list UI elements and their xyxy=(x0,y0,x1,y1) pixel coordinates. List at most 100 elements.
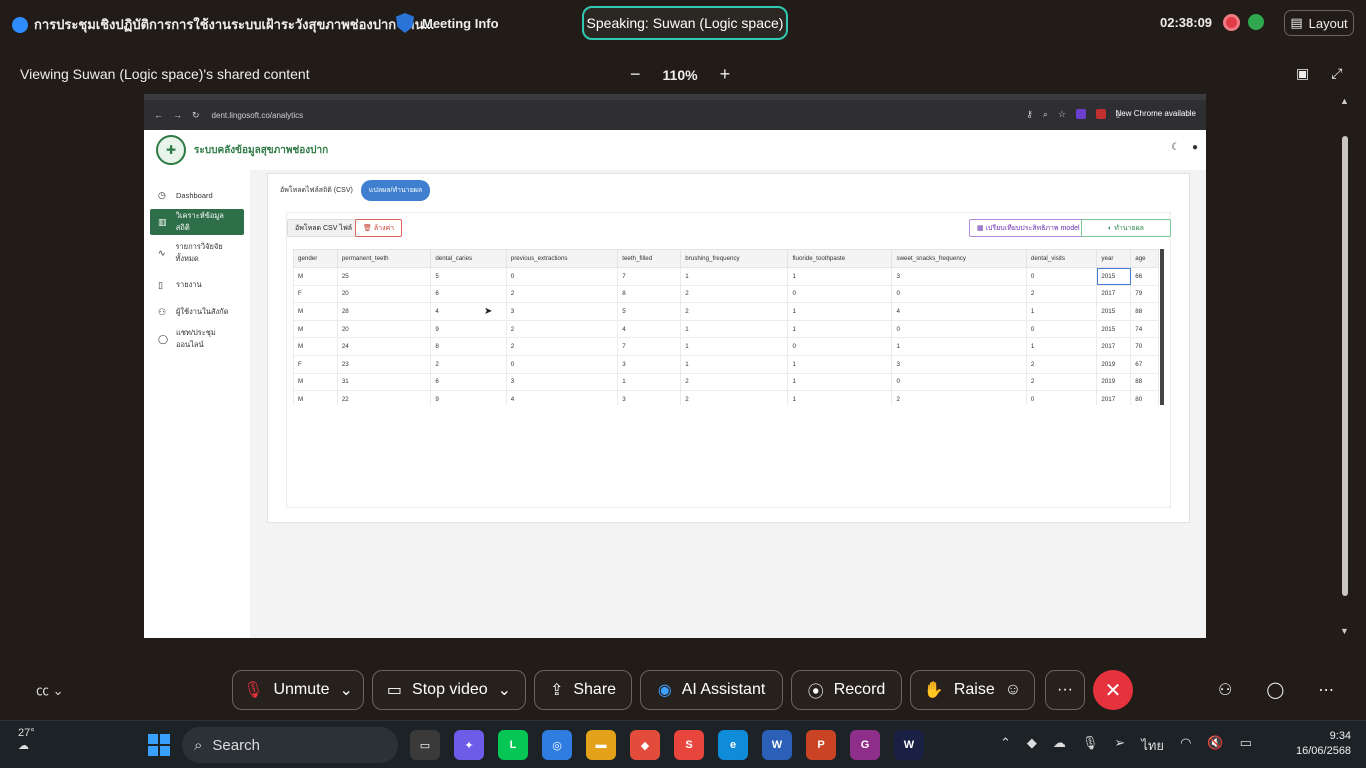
table-cell[interactable]: 3 xyxy=(891,354,1027,374)
table-cell[interactable]: 0 xyxy=(505,267,619,286)
table-cell[interactable]: 23 xyxy=(336,354,432,374)
table-cell[interactable]: 79 xyxy=(1130,284,1159,304)
tab-csv-upload[interactable]: อัพโหลดไฟล์สถิติ (CSV) xyxy=(280,185,353,196)
table-row[interactable]: F 20 6 2 8 2 0 0 2 2017 79 xyxy=(293,284,1159,304)
table-row[interactable]: M 20 9 2 4 1 1 0 0 2015 74 xyxy=(293,319,1159,339)
table-cell[interactable]: 4 xyxy=(430,302,507,321)
battery-icon[interactable]: ▭ xyxy=(1240,735,1252,756)
extension-icon[interactable] xyxy=(1076,109,1087,119)
onedrive-icon[interactable]: ☁ xyxy=(1053,735,1066,756)
meeting-title[interactable]: การประชุมเชิงปฏิบัติการการใช้งานระบบเฝ้า… xyxy=(12,14,434,35)
table-cell[interactable]: 5 xyxy=(617,302,682,321)
table-cell[interactable]: 0 xyxy=(1025,319,1098,339)
table-cell[interactable]: 2015 xyxy=(1096,319,1132,339)
powerpoint-icon[interactable]: P xyxy=(806,730,836,760)
table-cell[interactable]: 2 xyxy=(680,372,789,392)
table-cell[interactable]: 25 xyxy=(336,267,432,286)
sidebar-item-analytics[interactable]: ▥ วิเคราะห์ข้อมูลสถิติ xyxy=(150,209,244,235)
table-cell[interactable]: 24 xyxy=(336,337,432,356)
upload-csv-button[interactable]: อัพโหลด CSV ไฟล์ xyxy=(287,219,361,237)
webex-icon[interactable]: W xyxy=(894,730,924,760)
predict-button[interactable]: ◐ ทำนายผล xyxy=(1081,219,1171,237)
column-header[interactable]: gender xyxy=(293,249,338,268)
user-icon[interactable]: ● xyxy=(1192,142,1198,153)
reload-icon[interactable]: ↻ xyxy=(192,110,200,121)
table-cell[interactable]: 9 xyxy=(430,390,507,405)
recording-indicator-icon[interactable] xyxy=(1223,14,1240,31)
table-row[interactable]: M 28 4 3 5 2 1 4 1 2015 88 xyxy=(293,302,1159,321)
table-cell[interactable]: 3 xyxy=(617,354,682,374)
table-cell[interactable]: 1 xyxy=(787,372,893,392)
table-cell[interactable]: 2 xyxy=(505,337,619,356)
new-chrome-badge[interactable]: New Chrome available xyxy=(1116,109,1196,118)
table-row[interactable]: F 23 2 0 3 1 1 3 2 2019 67 xyxy=(293,354,1159,374)
back-icon[interactable]: ← xyxy=(154,110,163,121)
table-cell[interactable]: 20 xyxy=(336,284,432,304)
raise-hand-button[interactable]: ✋ Raise ☺ xyxy=(910,670,1035,710)
zoom-out-button[interactable]: − xyxy=(630,64,641,85)
table-cell[interactable]: 4 xyxy=(505,390,619,405)
column-header[interactable]: year xyxy=(1096,249,1132,268)
table-cell[interactable]: 9 xyxy=(430,319,507,339)
table-cell[interactable]: 1 xyxy=(1025,337,1098,356)
chevron-down-icon[interactable]: ⌄ xyxy=(339,680,352,700)
table-cell[interactable]: 2 xyxy=(1025,284,1098,304)
table-cell[interactable]: 5 xyxy=(430,267,507,286)
table-cell[interactable]: 6 xyxy=(430,372,507,392)
table-cell[interactable]: 3 xyxy=(505,372,619,392)
table-cell[interactable]: 2 xyxy=(1025,372,1098,392)
unmute-button[interactable]: 🎙 Unmute ⌄ xyxy=(232,670,364,710)
table-cell[interactable]: 1 xyxy=(787,319,893,339)
table-cell[interactable]: 1 xyxy=(680,319,789,339)
column-header[interactable]: fluoride_toothpaste xyxy=(787,249,893,268)
table-cell[interactable]: 2 xyxy=(505,319,619,339)
star-icon[interactable]: ☆ xyxy=(1058,109,1066,120)
table-cell[interactable]: 0 xyxy=(787,284,893,304)
reaction-icon[interactable]: ☺ xyxy=(1005,681,1021,699)
table-cell[interactable]: 1 xyxy=(680,267,789,286)
table-cell[interactable]: 0 xyxy=(891,319,1027,339)
word-icon[interactable]: W xyxy=(762,730,792,760)
table-cell[interactable]: 2 xyxy=(680,302,789,321)
line-app-icon[interactable]: L xyxy=(498,730,528,760)
column-header[interactable]: previous_extractions xyxy=(505,249,619,268)
table-cell[interactable]: F xyxy=(293,354,338,374)
table-cell[interactable]: 1 xyxy=(787,302,893,321)
table-row[interactable]: M 22 9 4 3 2 1 2 0 2017 80 xyxy=(293,390,1159,405)
table-cell[interactable]: 2 xyxy=(505,284,619,304)
table-cell[interactable]: 2017 xyxy=(1096,337,1132,356)
table-cell[interactable]: 66 xyxy=(1130,267,1159,286)
leave-meeting-button[interactable]: ✕ xyxy=(1093,670,1133,710)
forward-icon[interactable]: → xyxy=(173,110,182,121)
share-button[interactable]: ⇪ Share xyxy=(534,670,632,710)
pop-out-icon[interactable]: ▣ xyxy=(1296,65,1309,82)
table-cell[interactable]: 1 xyxy=(891,337,1027,356)
table-cell[interactable]: 88 xyxy=(1130,372,1159,392)
table-cell[interactable]: 31 xyxy=(336,372,432,392)
table-cell[interactable]: 8 xyxy=(617,284,682,304)
column-header[interactable]: dental_visits xyxy=(1025,249,1098,268)
table-cell[interactable]: 3 xyxy=(505,302,619,321)
file-explorer-icon[interactable]: ▬ xyxy=(586,730,616,760)
participants-icon[interactable]: ⚇ xyxy=(1218,680,1232,700)
more-icon[interactable]: ⋯ xyxy=(1318,680,1334,700)
language-indicator[interactable]: ไทย xyxy=(1141,735,1164,756)
table-cell[interactable]: M xyxy=(293,267,338,286)
table-cell[interactable]: 2 xyxy=(430,354,507,374)
chevron-up-icon[interactable]: ⌃ xyxy=(1000,735,1011,756)
table-cell[interactable]: 0 xyxy=(787,337,893,356)
edge-icon[interactable]: e xyxy=(718,730,748,760)
weather-widget[interactable]: 27° ☁ xyxy=(18,727,35,752)
taskbar-search[interactable]: ⌕ Search xyxy=(182,727,398,763)
copilot-icon[interactable]: ✦ xyxy=(454,730,484,760)
clear-button[interactable]: 🗑 ล้างค่า xyxy=(355,219,403,237)
table-cell[interactable]: 22 xyxy=(336,390,432,405)
table-cell[interactable]: 0 xyxy=(1025,267,1098,286)
zoom-in-button[interactable]: + xyxy=(720,64,731,85)
table-cell[interactable]: 1 xyxy=(680,337,789,356)
anydesk-icon[interactable]: ◆ xyxy=(630,730,660,760)
chevron-down-icon[interactable]: ⌄ xyxy=(498,680,511,700)
column-header[interactable]: brushing_frequency xyxy=(680,249,789,268)
table-cell[interactable]: 6 xyxy=(430,284,507,304)
column-header[interactable]: age xyxy=(1130,249,1159,268)
